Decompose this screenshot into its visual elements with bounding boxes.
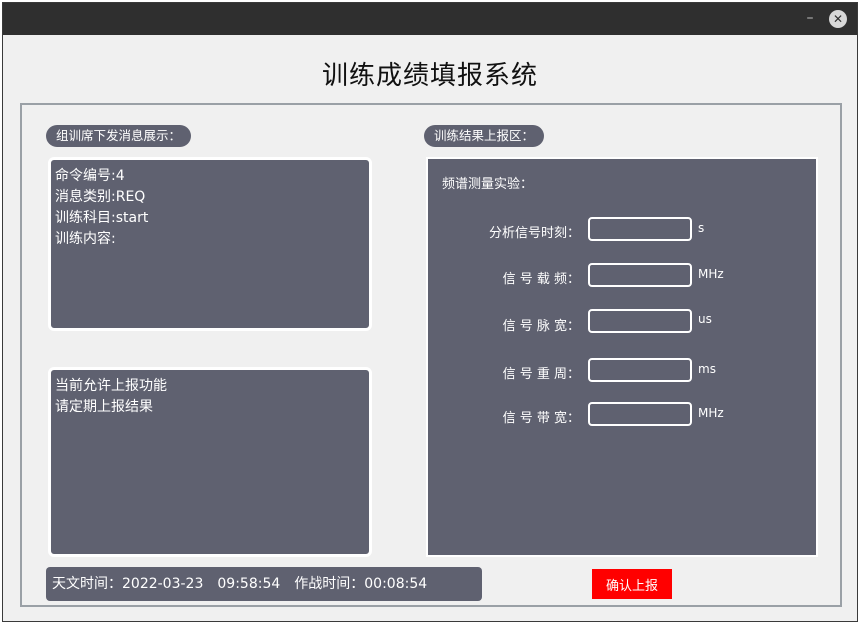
close-icon[interactable]: ✕ [829,10,847,28]
repetition-period-input[interactable] [588,358,692,382]
signal-time-input[interactable] [588,217,692,241]
report-panel: 频谱测量实验： 分析信号时刻： s 信 号 载 频： MHz 信 号 脉 宽： … [426,157,818,557]
field-unit-bandwidth: MHz [698,406,724,420]
message-section-label: 组训席下发消息展示： [46,125,192,147]
notice-line-allow-report: 当前允许上报功能 [55,378,167,394]
page-title: 训练成绩填报系统 [321,61,538,91]
bandwidth-input[interactable] [588,402,692,426]
title-bar: – ✕ [3,3,857,35]
experiment-title: 频谱测量实验： [442,177,534,192]
field-unit-carrier-freq: MHz [698,267,724,281]
astro-time-label: 天文时间： [52,576,122,592]
confirm-report-button[interactable]: 确认上报 [592,569,672,599]
pulse-width-input[interactable] [588,309,692,333]
field-unit-pulse-width: us [698,312,712,326]
message-lines: 命令编号:4 消息类别:REQ 训练科目:start 训练内容: [55,166,148,250]
report-section-label: 训练结果上报区： [424,125,545,147]
message-line-type: 消息类别:REQ [55,189,146,205]
message-display-box: 命令编号:4 消息类别:REQ 训练科目:start 训练内容: [48,157,372,331]
message-line-content: 训练内容: [55,231,116,247]
field-label-carrier-freq: 信 号 载 频： [502,272,580,287]
combat-time-label: 作战时间： [294,576,365,592]
astro-date: 2022-03-23 [122,576,204,592]
notice-line-report-periodically: 请定期上报结果 [55,399,153,415]
combat-time: 00:08:54 [364,576,428,592]
field-label-bandwidth: 信 号 带 宽： [502,411,580,426]
notice-display-box: 当前允许上报功能 请定期上报结果 [48,367,372,557]
astro-time: 09:58:54 [217,576,281,592]
field-unit-repetition-period: ms [698,362,716,376]
field-label-pulse-width: 信 号 脉 宽： [502,319,580,334]
notice-lines: 当前允许上报功能 请定期上报结果 [55,376,167,418]
field-unit-signal-time: s [698,221,705,235]
message-line-subject: 训练科目:start [55,210,149,226]
main-frame: 组训席下发消息展示： 命令编号:4 消息类别:REQ 训练科目:start 训练… [20,103,842,607]
status-bar: 天文时间：2022-03-23 09:58:54 作战时间：00:08:54 [46,567,482,601]
field-label-signal-time: 分析信号时刻： [488,226,580,241]
field-label-repetition-period: 信 号 重 周： [502,367,580,382]
minimize-icon[interactable]: – [801,9,819,27]
carrier-freq-input[interactable] [588,263,692,287]
message-line-command-id: 命令编号:4 [55,168,125,184]
app-window: – ✕ 训练成绩填报系统 组训席下发消息展示： 命令编号:4 消息类别:REQ … [2,2,858,622]
